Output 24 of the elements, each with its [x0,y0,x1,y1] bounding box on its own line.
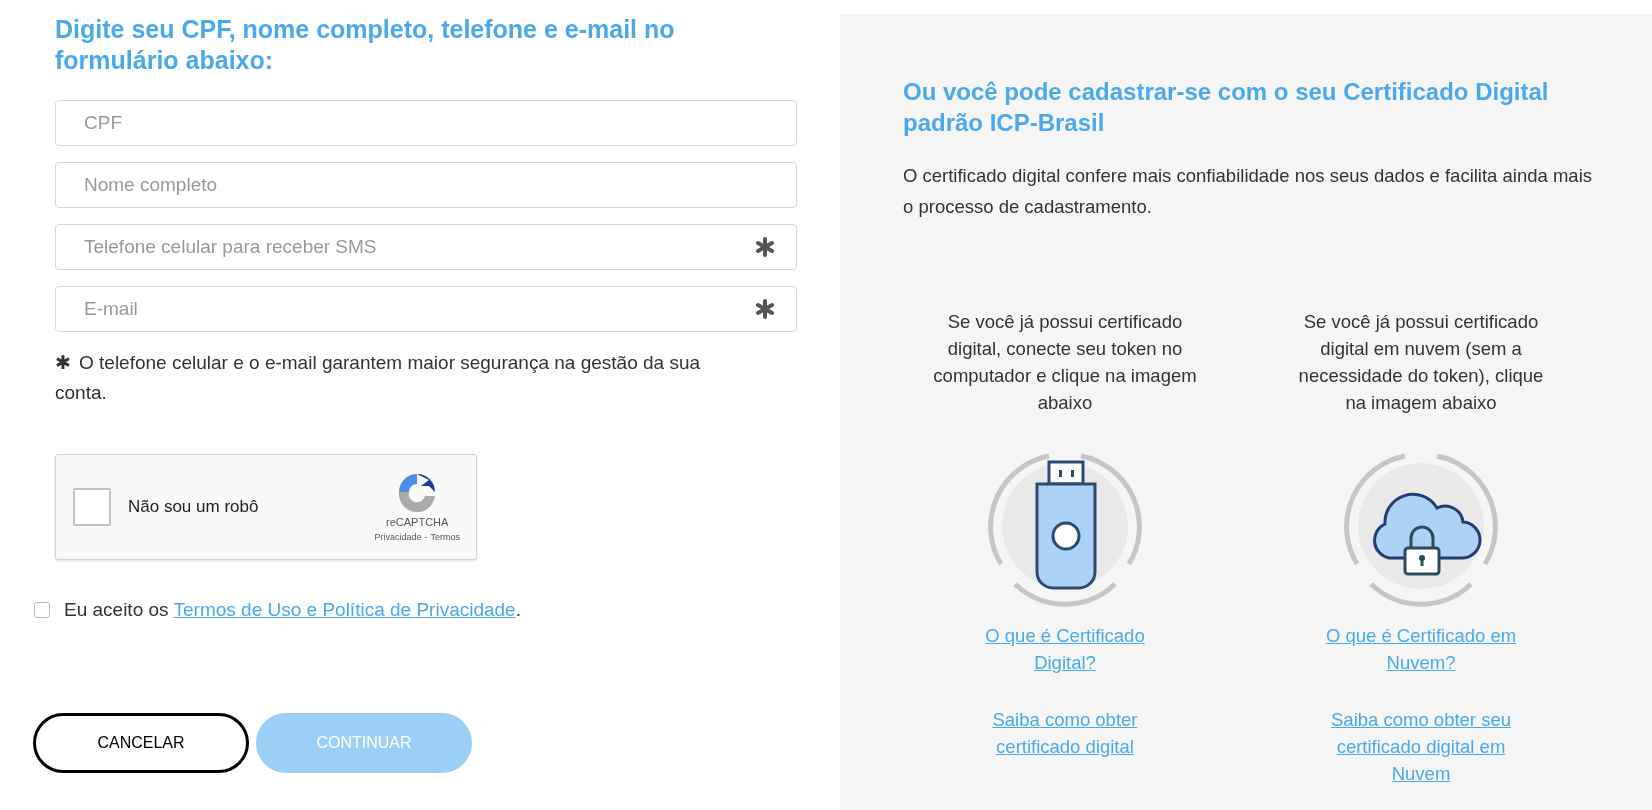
separator-text: - [424,530,428,544]
info-link[interactable]: O que é Certificado Digital? [965,622,1165,676]
privacy-link[interactable]: Privacidade [374,530,422,544]
info-link[interactable]: O que é Certificado em Nuvem? [1321,622,1521,676]
terms-link[interactable]: Termos [430,530,460,544]
form-heading: Digite seu CPF, nome completo, telefone e e-mail no formulário abaixo: [55,14,676,76]
input-field[interactable]: CPF [55,100,797,146]
input-field[interactable]: E-mail [55,286,797,332]
security-note: ✱ O telefone celular e o e-mail garantem maior segurança na gestão da sua conta. [55,351,702,405]
input-field[interactable]: Nome completo [55,162,797,208]
info-link[interactable]: Saiba como obter seu certificado digital em Nuvem [1321,706,1521,787]
certificate-description: O certificado digital confere mais confiabilidade nos seus dados e facilita ainda mais o processo de cadastramento. [903,164,1593,219]
captcha-label: Não sou um robô [128,496,260,519]
terms-checkbox[interactable] [34,602,50,619]
info-link[interactable]: Saiba como obter certificado digital [965,706,1165,760]
input-field[interactable]: Telefone celular para receber SMS [55,224,797,270]
cancel-button[interactable]: CANCELAR [33,712,249,773]
captcha-checkbox[interactable] [73,488,111,526]
certificate-heading: Ou você pode cadastrar-se com o seu Certificado Digital padrão ICP-Brasil [903,77,1550,138]
option-description: Se você já possui certificado digital, conecte seu token no computador e clique na imagem abaixo [932,310,1198,415]
option-description: Se você já possui certificado digital em nuvem (sem a necessidade do token), clique na imagem abaixo [1297,310,1545,415]
recaptcha-brand: reCAPTCHA [386,515,449,530]
terms-text: Eu aceito os Termos de Uso e Política de Privacidade. [64,598,521,622]
terms-of-use-link[interactable]: Termos de Uso e Política de Privacidade [173,599,516,620]
